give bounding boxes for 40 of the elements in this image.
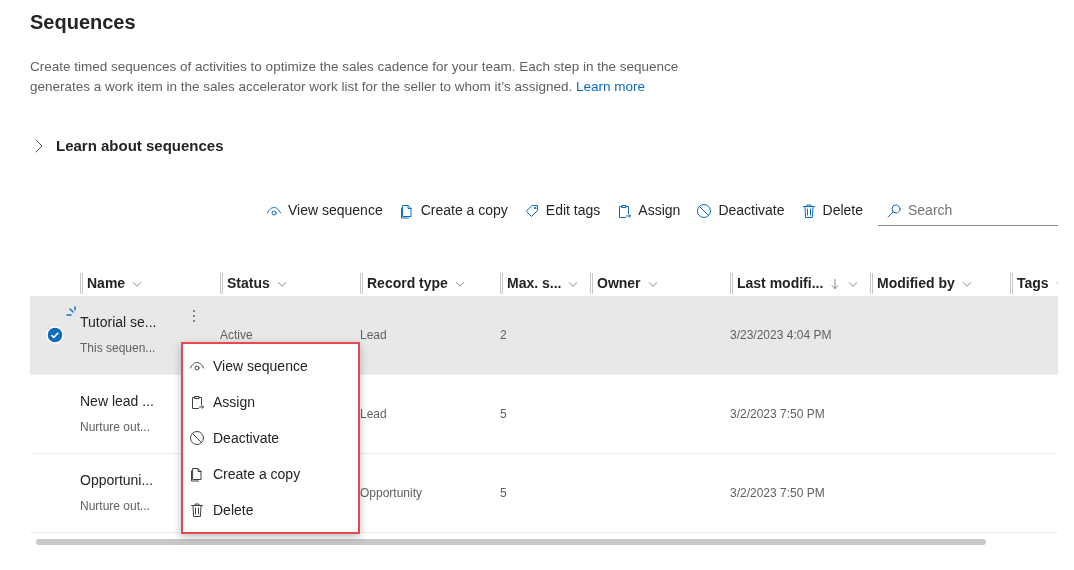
toolbar-button[interactable]: Create a copy [391,196,515,225]
toolbar-button[interactable]: Edit tags [516,196,608,225]
menu-item[interactable]: Create a copy [183,456,358,492]
table-cell: Opportunity [360,485,423,500]
description-text: Create timed sequences of activities to optimize the sales cadence for your team. Each step in the sequence generates a work item in the sales accelerator work list for the seller to whom it’s assigned. Learn more [30,58,680,96]
block-icon [696,202,713,219]
table-cell: 2 [500,327,507,342]
copy-icon [189,466,205,482]
sequence-description: This sequen... [80,340,157,357]
table-cell: 5 [500,485,507,500]
trash-icon [189,502,205,518]
sequence-name: Opportuni... [80,471,154,490]
table-cell: Lead [360,406,387,421]
table-cell: 3/23/2023 4:04 PM [730,327,832,342]
menu-item[interactable]: Delete [183,492,358,528]
sequence-description: Nurture out... [80,419,152,436]
clipboard-icon [616,202,633,219]
checkmark-icon[interactable] [46,325,64,344]
page-title: Sequences [30,10,137,35]
toolbar-button[interactable]: Assign [609,196,688,225]
status-text: Active [220,327,253,342]
toolbar-button[interactable]: Deactivate [689,196,792,225]
sequence-description: Nurture out... [80,498,152,515]
menu-item[interactable]: Assign [183,384,358,420]
table-cell: Lead [360,327,387,342]
sequence-name: Tutorial se... [80,313,157,332]
trash-icon [800,202,817,219]
learn-section-toggle[interactable]: Learn about sequences [30,135,224,158]
toolbar-button[interactable]: View sequence [259,196,390,225]
learn-more-link[interactable]: Learn more [576,79,646,94]
menu-item[interactable]: Deactivate [183,420,358,456]
table-cell: 3/2/2023 7:50 PM [730,406,825,421]
copy-icon [398,202,415,219]
block-icon [189,430,205,446]
toolbar-button[interactable]: Delete [793,196,870,225]
table-cell: 3/2/2023 7:50 PM [730,485,825,500]
sequence-name: New lead ... [80,392,154,411]
clipboard-icon [189,394,205,410]
tag-icon [523,202,540,219]
table-cell: 5 [500,406,507,421]
